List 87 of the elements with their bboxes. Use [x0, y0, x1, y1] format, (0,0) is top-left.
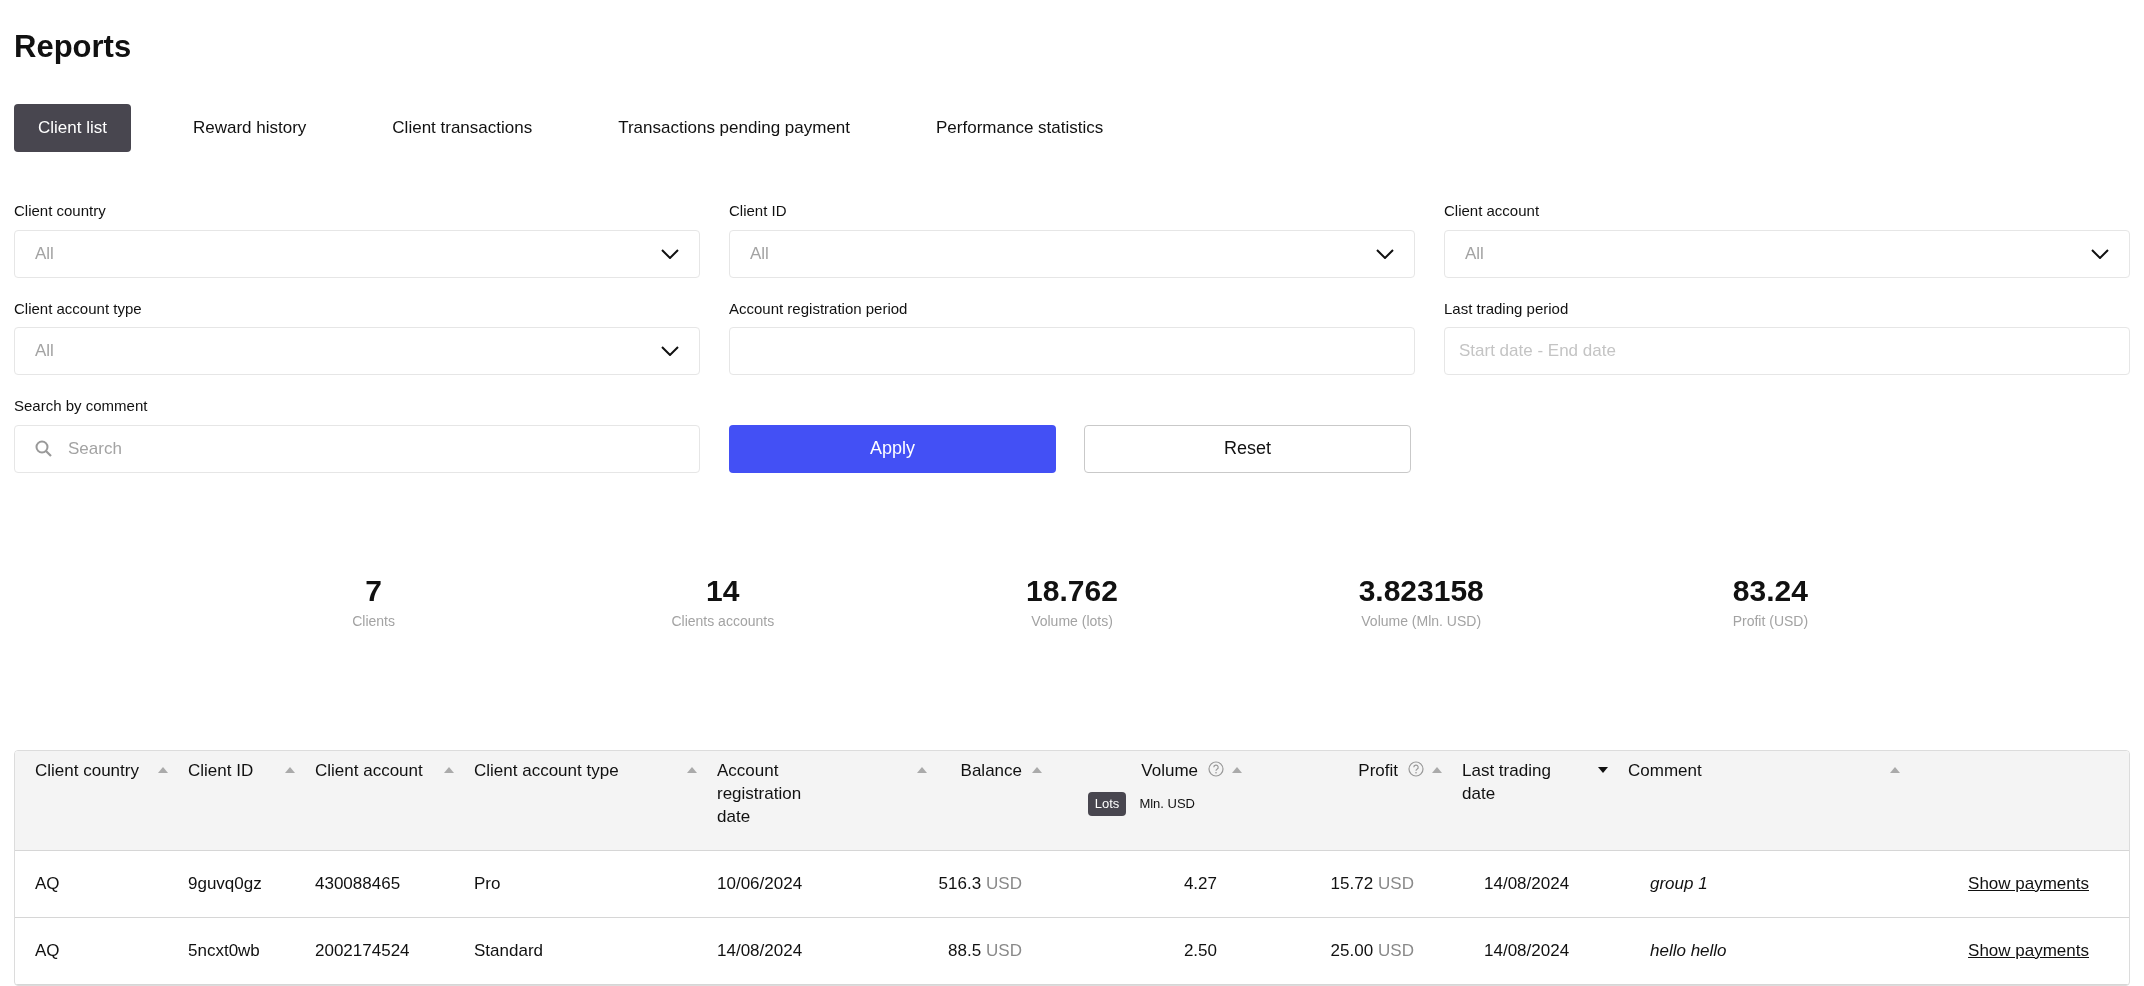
table-cell-text: 2002174524 — [315, 939, 411, 962]
currency-label: USD — [1378, 939, 1414, 962]
show-payments-link[interactable]: Show payments — [1968, 937, 2089, 964]
table-cell-text: 5ncxt0wb — [188, 939, 261, 962]
filter-label: Client country — [14, 201, 107, 221]
currency-label: USD — [986, 872, 1022, 895]
stat-label: Volume (Mln. USD) — [1361, 611, 1482, 631]
table-cell-text: 516.3 — [938, 872, 982, 895]
table-cell-text: AQ — [35, 939, 61, 962]
filter-label: Search by comment — [14, 396, 149, 416]
tab[interactable]: Transactions pending payment — [594, 104, 875, 152]
search-icon — [35, 440, 52, 457]
column-header: Client country — [35, 759, 139, 782]
table-cell-text: 4.27 — [1183, 872, 1217, 895]
table-cell-text: group 1 — [1649, 872, 1709, 895]
help-icon[interactable] — [1208, 760, 1224, 777]
column-header: Client ID — [188, 759, 254, 782]
sort-icon[interactable] — [1890, 766, 1900, 773]
tab[interactable]: Performance statistics — [912, 104, 1128, 152]
select-placeholder: All — [35, 340, 54, 363]
table-cell-text: 2.50 — [1183, 939, 1217, 962]
sort-icon[interactable] — [917, 766, 927, 773]
sort-icon[interactable] — [687, 766, 697, 773]
help-icon[interactable] — [1408, 760, 1424, 777]
currency-label: USD — [986, 939, 1022, 962]
table-cell-text: 88.5 — [948, 939, 982, 962]
sort-icon[interactable] — [1432, 766, 1442, 773]
column-header: Comment — [1628, 759, 1702, 782]
tab[interactable]: Client transactions — [368, 104, 557, 152]
filter-label: Client ID — [729, 201, 788, 221]
sort-icon[interactable] — [1032, 766, 1042, 773]
select-placeholder: All — [1465, 242, 1484, 265]
table-cell-text: hello hello — [1649, 939, 1728, 962]
stat-label: Clients — [352, 611, 395, 631]
table-cell-text: AQ — [35, 872, 61, 895]
sort-icon[interactable] — [1232, 766, 1242, 773]
stat-value: 14 — [706, 572, 740, 609]
currency-label: USD — [1378, 872, 1414, 895]
table-cell-text: 14/08/2024 — [717, 939, 804, 962]
select-placeholder: All — [35, 242, 54, 265]
page-title: Reports — [14, 28, 133, 66]
apply-button[interactable]: Apply — [729, 424, 1056, 473]
stat-value: 7 — [365, 572, 382, 609]
table-cell-text: 14/08/2024 — [1483, 939, 1571, 962]
filter-label: Client account type — [14, 298, 143, 319]
column-header: Last trading date — [1462, 759, 1552, 805]
stat-value: 3.823158 — [1358, 572, 1484, 609]
stat-value: 18.762 — [1026, 572, 1118, 609]
show-payments-link[interactable]: Show payments — [1968, 870, 2089, 897]
reset-button[interactable]: Reset — [1084, 424, 1411, 473]
filter-label: Last trading period — [1444, 298, 1570, 319]
column-header: Volume — [1141, 759, 1198, 782]
sort-icon[interactable] — [444, 766, 454, 773]
chevron-down-icon — [661, 248, 679, 259]
input-field[interactable] — [729, 327, 1415, 375]
column-header: Profit — [1358, 759, 1398, 782]
stat-label: Profit (USD) — [1732, 611, 1809, 631]
sort-icon[interactable] — [158, 766, 168, 773]
table-cell-text: Pro — [474, 872, 502, 895]
table-cell-text: 15.72 — [1330, 872, 1374, 895]
stat-value: 83.24 — [1732, 572, 1808, 609]
column-header: Account registration date — [717, 759, 803, 828]
chevron-down-icon — [1376, 248, 1394, 259]
table-cell-text: 430088465 — [315, 872, 402, 895]
unit-toggle[interactable]: Lots — [1087, 791, 1127, 816]
chevron-down-icon — [2091, 248, 2109, 259]
search-field[interactable]: Search — [14, 424, 700, 473]
table-cell-text: 14/08/2024 — [1483, 872, 1571, 895]
search-input[interactable]: Search — [68, 435, 679, 462]
column-header: Balance — [960, 759, 1022, 782]
filter-label: Account registration period — [729, 298, 909, 319]
input-field[interactable]: Start date - End date — [1444, 327, 2130, 375]
stat-label: Clients accounts — [671, 611, 775, 631]
tab[interactable]: Reward history — [168, 104, 331, 152]
stat-label: Volume (lots) — [1031, 611, 1113, 631]
unit-toggle[interactable]: Mln. USD — [1132, 791, 1202, 816]
sort-descending-icon[interactable] — [1598, 766, 1608, 773]
select-placeholder: All — [750, 242, 769, 265]
tab[interactable]: Client list — [14, 104, 131, 152]
table-cell-text: Standard — [474, 939, 544, 962]
column-header: Client account type — [474, 759, 619, 782]
filter-label: Client account — [1444, 201, 1541, 221]
sort-icon[interactable] — [285, 766, 295, 773]
table-cell-text: 25.00 — [1330, 939, 1374, 962]
table-cell-text: 9guvq0gz — [188, 872, 263, 895]
column-header: Client account — [315, 759, 423, 782]
chevron-down-icon — [661, 346, 679, 356]
